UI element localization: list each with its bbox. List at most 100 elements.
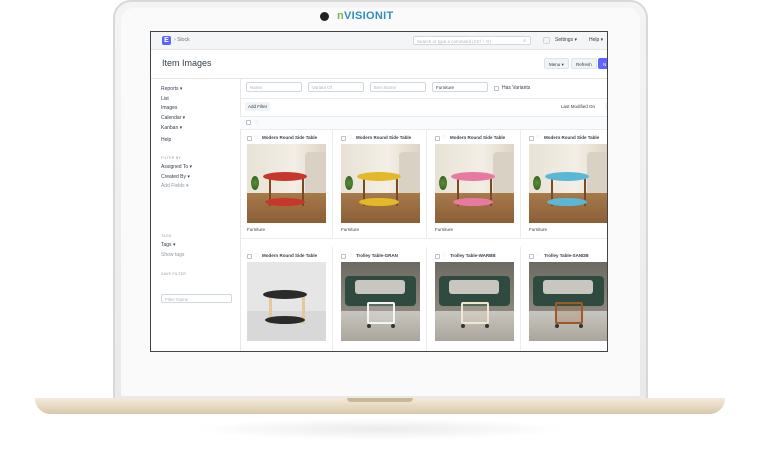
sidebar-item-images[interactable]: Images — [161, 105, 177, 111]
avatar[interactable] — [543, 37, 550, 44]
has-variants-checkbox[interactable] — [494, 86, 499, 91]
name-filter-input[interactable]: Name — [246, 82, 302, 92]
sidebar-item-kanban[interactable]: Kanban ▾ — [161, 125, 182, 131]
card-checkbox[interactable] — [435, 254, 440, 259]
card-checkbox[interactable] — [529, 136, 534, 141]
table-top — [263, 290, 307, 299]
refresh-button[interactable]: Refresh — [571, 58, 597, 69]
sidebar-filter-created-by[interactable]: Created By ▾ — [161, 174, 190, 180]
product-card[interactable]: ♡ Trolley Table-WARBB — [428, 247, 521, 351]
item-name-filter-input[interactable]: Item Name — [370, 82, 426, 92]
show-tags-link[interactable]: Show tags — [161, 252, 184, 258]
settings-dropdown[interactable]: Settings ▾ — [555, 37, 577, 43]
item-group-filter-input[interactable]: Furniture — [432, 82, 488, 92]
card-item-group: Furniture — [247, 227, 266, 232]
brand-logo: nVISIONIT — [337, 10, 394, 22]
product-card[interactable]: ♡ Trolley Table-SANDB — [522, 247, 607, 351]
plant — [533, 176, 541, 190]
card-title[interactable]: Trolley Table-GRAN — [356, 253, 398, 258]
product-card[interactable]: ♡ Modern Round Side Table Furniture — [240, 129, 333, 239]
product-image[interactable] — [247, 262, 326, 341]
product-image[interactable] — [341, 262, 420, 341]
card-title[interactable]: Modern Round Side Table — [450, 135, 505, 140]
sidebar-item-calendar[interactable]: Calendar ▾ — [161, 115, 185, 121]
breadcrumb[interactable]: › Stock — [174, 37, 190, 43]
new-button[interactable]: N — [598, 58, 607, 69]
heart-icon[interactable]: ♡ — [442, 135, 446, 141]
wall — [247, 262, 326, 311]
variant-of-filter-input[interactable]: Variant Of — [308, 82, 364, 92]
heart-icon[interactable]: ♡ — [348, 253, 352, 259]
wheel — [461, 324, 465, 328]
plant — [439, 176, 447, 190]
app-logo[interactable]: E — [162, 36, 171, 45]
card-checkbox[interactable] — [435, 136, 440, 141]
select-all-checkbox[interactable] — [246, 120, 251, 125]
sidebar-item-list[interactable]: List — [161, 96, 169, 102]
product-card[interactable]: ♡ Trolley Table-GRAN — [334, 247, 427, 351]
wheel — [579, 324, 583, 328]
heart-icon[interactable]: ♡ — [536, 135, 540, 141]
product-card[interactable]: ♡ Modern Round Side Table Furniture — [334, 129, 427, 239]
heart-icon[interactable]: ♡ — [348, 135, 352, 141]
product-image[interactable] — [529, 262, 607, 341]
card-item-group: Furniture — [435, 227, 454, 232]
breadcrumb-stock[interactable]: Stock — [177, 37, 190, 43]
product-image[interactable] — [435, 262, 514, 341]
table-shelf — [359, 198, 399, 206]
product-image[interactable] — [529, 144, 607, 223]
plant — [251, 176, 259, 190]
laptop-shadow — [190, 418, 570, 440]
sidebar: FILTER BY TAGS Tags ▾ Show tags SAVE FIL… — [151, 78, 241, 351]
laptop-notch — [347, 398, 413, 402]
product-image[interactable] — [435, 144, 514, 223]
awesomebar-search-input[interactable]: Search or type a command (Ctrl + G) ⌕ — [413, 36, 531, 45]
heart-icon[interactable]: ♡ — [442, 253, 446, 259]
card-checkbox[interactable] — [247, 136, 252, 141]
heart-icon[interactable]: ♡ — [254, 120, 258, 126]
screen: E › Stock Search or type a command (Ctrl… — [150, 31, 608, 352]
table-shelf — [547, 198, 587, 206]
card-title[interactable]: Modern Round Side Table — [544, 135, 599, 140]
wheel — [367, 324, 371, 328]
card-title[interactable]: Modern Round Side Table — [262, 253, 317, 258]
filter-by-label: FILTER BY — [161, 156, 182, 160]
product-image[interactable] — [341, 144, 420, 223]
card-checkbox[interactable] — [341, 254, 346, 259]
card-title[interactable]: Modern Round Side Table — [262, 135, 317, 140]
sidebar-filter-add-fields[interactable]: Add Fields ▾ — [161, 183, 189, 189]
card-checkbox[interactable] — [529, 254, 534, 259]
search-placeholder: Search or type a command (Ctrl + G) — [417, 39, 491, 44]
heart-icon[interactable]: ♡ — [536, 253, 540, 259]
product-card[interactable]: ♡ Modern Round Side Table — [240, 247, 333, 351]
heart-icon[interactable]: ♡ — [254, 253, 258, 259]
product-image[interactable] — [247, 144, 326, 223]
card-checkbox[interactable] — [341, 136, 346, 141]
cushion — [355, 280, 405, 294]
sidebar-item-reports[interactable]: Reports ▾ — [161, 86, 182, 92]
wheel — [485, 324, 489, 328]
card-title[interactable]: Modern Round Side Table — [356, 135, 411, 140]
help-dropdown[interactable]: Help ▾ — [589, 37, 603, 43]
sidebar-filter-assigned-to[interactable]: Assigned To ▾ — [161, 164, 192, 170]
sort-selector[interactable]: Last Modified On — [561, 104, 595, 109]
card-checkbox[interactable] — [247, 254, 252, 259]
trolley-table — [461, 302, 489, 324]
heart-icon[interactable]: ♡ — [254, 135, 258, 141]
tags-label: TAGS — [161, 234, 172, 238]
add-filter-button[interactable]: Add Filter — [245, 102, 271, 111]
table-top — [545, 172, 589, 181]
filter-name-input[interactable]: Filter Name — [161, 294, 232, 303]
card-title[interactable]: Trolley Table-WARBB — [450, 253, 496, 258]
sort-order-button[interactable] — [605, 102, 607, 110]
menu-button[interactable]: Menu ▾ — [544, 58, 569, 69]
table-shelf — [453, 198, 493, 206]
product-card[interactable]: ♡ Modern Round Side Table Furniture — [428, 129, 521, 239]
main-content: Name Variant Of Item Name Furniture Has … — [240, 78, 607, 351]
table-shelf — [265, 198, 305, 206]
sidebar-item-tags[interactable]: Tags ▾ — [161, 242, 175, 248]
product-card[interactable]: ♡ Modern Round Side Table Furniture — [522, 129, 607, 239]
sidebar-item-help[interactable]: Help — [161, 137, 171, 143]
card-title[interactable]: Trolley Table-SANDB — [544, 253, 589, 258]
table-top — [263, 172, 307, 181]
